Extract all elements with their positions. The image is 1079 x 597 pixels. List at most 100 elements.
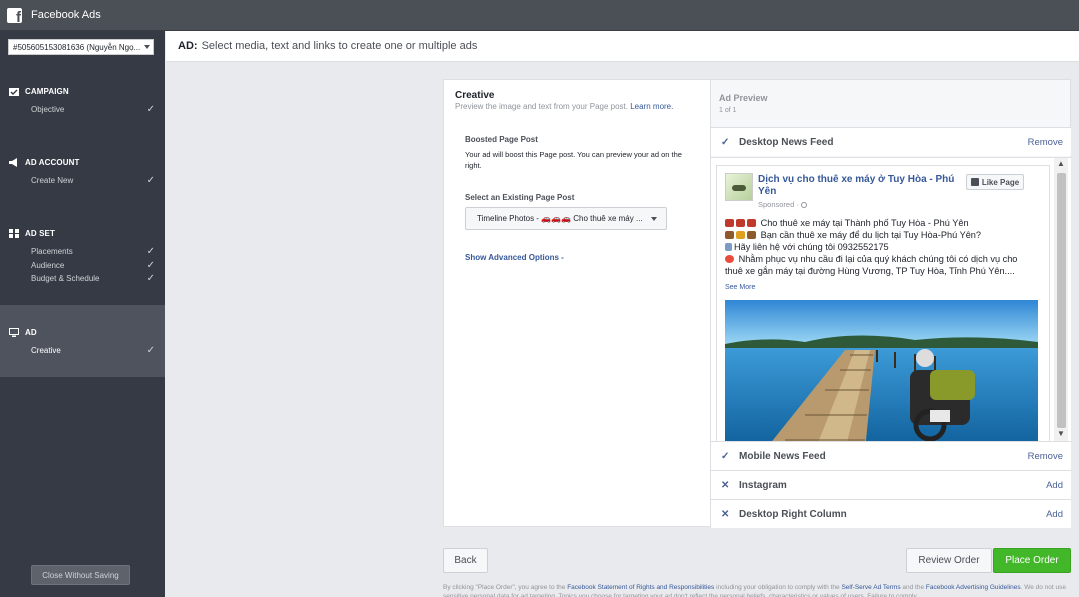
check-icon: ✓ — [146, 259, 155, 271]
account-label: #505605153081636 (Nguyễn Ngọ... — [13, 42, 141, 52]
sidebar-item-create-new[interactable]: Create New ✓ — [0, 174, 165, 188]
nav-head-campaign[interactable]: CAMPAIGN — [0, 84, 165, 98]
post-line-text: Hãy liên hệ với chúng tôi 0932552175 — [734, 242, 889, 252]
like-page-button[interactable]: Like Page — [966, 174, 1024, 190]
sidebar-item-budget-schedule[interactable]: Budget & Schedule ✓ — [0, 272, 165, 286]
sidebar-item-label: Audience — [31, 260, 65, 270]
top-bar: f Facebook Ads — [0, 0, 1079, 31]
footer-text: By clicking "Place Order", you agree to … — [443, 584, 568, 591]
check-icon: ✓ — [146, 273, 155, 285]
review-order-button[interactable]: Review Order — [906, 548, 992, 573]
placement-label: Instagram — [739, 479, 787, 491]
check-icon: ✓ — [721, 136, 730, 148]
close-without-saving-button[interactable]: Close Without Saving — [31, 565, 130, 585]
post-photo[interactable] — [725, 300, 1038, 441]
footer-text: including your obligation to comply with… — [714, 584, 842, 591]
nav-section-campaign: CAMPAIGN Objective ✓ — [0, 84, 165, 117]
advertising-guidelines-link[interactable]: Facebook Advertising Guidelines — [926, 584, 1021, 591]
page-title: Select media, text and links to create o… — [201, 40, 478, 52]
sidebar-item-label: Placements — [31, 247, 73, 257]
creative-subtitle: Preview the image and text from your Pag… — [455, 102, 673, 111]
nav-section-ad-set: AD SET Placements ✓ Audience ✓ Budget & … — [0, 226, 165, 286]
see-more-link[interactable]: See More — [725, 284, 755, 291]
post-line-text: Cho thuê xe máy tại Thành phố Tuy Hòa - … — [760, 218, 969, 228]
nav-head-ad[interactable]: AD — [0, 325, 165, 339]
megaphone-icon — [9, 157, 17, 167]
circle-emoji-icon — [725, 255, 734, 263]
nav-head-label: CAMPAIGN — [25, 86, 69, 96]
nav-head-label: AD SET — [25, 228, 55, 238]
app-title: Facebook Ads — [31, 9, 101, 21]
chevron-down-icon — [144, 45, 151, 49]
thumbs-up-icon — [970, 178, 979, 186]
phone-emoji-icon — [725, 243, 732, 251]
learn-more-link[interactable]: Learn more. — [630, 102, 673, 111]
add-link[interactable]: Add — [1046, 480, 1063, 491]
post-line: Nhằm phục vụ nhu cầu đi lại của quý khác… — [725, 253, 1043, 265]
page-avatar[interactable] — [725, 173, 753, 201]
self-serve-terms-link[interactable]: Self-Serve Ad Terms — [841, 584, 900, 591]
page-header: AD: Select media, text and links to crea… — [166, 31, 1079, 62]
nav-head-label: AD — [25, 327, 37, 337]
post-line-text: thuê xe gắn máy tại đường Hùng Vương, TP… — [725, 266, 1015, 276]
subtitle-text: Preview the image and text from your Pag… — [455, 102, 628, 111]
page-post-dropdown[interactable]: Timeline Photos - 🚗🚗🚗 Cho thuê xe máy ..… — [465, 207, 667, 230]
post-line: Hãy liên hệ với chúng tôi 0932552175 — [725, 241, 1043, 253]
sidebar-item-creative[interactable]: Creative ✓ — [0, 344, 165, 358]
news-feed-preview: Dịch vụ cho thuê xe máy ở Tuy Hòa - Phú … — [711, 157, 1071, 441]
add-link[interactable]: Add — [1046, 509, 1063, 520]
placement-label: Mobile News Feed — [739, 450, 826, 462]
select-post-label: Select an Existing Page Post — [465, 193, 575, 202]
nav-section-ad-account: AD ACCOUNT Create New ✓ — [0, 155, 165, 188]
scroll-up-icon[interactable]: ▲ — [1054, 158, 1068, 170]
emoji-icon — [736, 231, 745, 239]
placement-row-instagram[interactable]: ✕ Instagram Add — [711, 470, 1071, 499]
check-icon: ✓ — [721, 450, 730, 462]
scrollbar-thumb[interactable] — [1057, 173, 1066, 428]
post-text: Cho thuê xe máy tại Thành phố Tuy Hòa - … — [725, 217, 1043, 277]
placement-row-mobile-news-feed[interactable]: ✓ Mobile News Feed Remove — [711, 441, 1071, 470]
show-advanced-options-link[interactable]: Show Advanced Options - — [465, 253, 564, 262]
placement-row-desktop-right-column[interactable]: ✕ Desktop Right Column Add — [711, 499, 1071, 528]
placement-label: Desktop News Feed — [739, 136, 834, 148]
post-line: thuê xe gắn máy tại đường Hùng Vương, TP… — [725, 265, 1043, 277]
ad-preview-panel: Ad Preview 1 of 1 ✓ Desktop News Feed Re… — [711, 79, 1071, 528]
like-page-label: Like Page — [981, 177, 1020, 187]
page-name-link[interactable]: Dịch vụ cho thuê xe máy ở Tuy Hòa - Phú … — [758, 174, 958, 198]
account-dropdown[interactable]: #505605153081636 (Nguyễn Ngọ... — [8, 39, 154, 55]
nav-head-ad-account[interactable]: AD ACCOUNT — [0, 155, 165, 169]
campaign-icon — [9, 87, 19, 96]
boosted-post-label: Boosted Page Post — [465, 135, 538, 144]
sidebar: #505605153081636 (Nguyễn Ngọ... CAMPAIGN… — [0, 31, 165, 597]
creative-panel: Creative Preview the image and text from… — [443, 79, 711, 527]
facebook-logo-icon[interactable]: f — [7, 7, 22, 23]
creative-title: Creative — [455, 90, 495, 101]
check-icon: ✓ — [146, 175, 155, 187]
nav-section-ad: AD Creative ✓ — [0, 325, 165, 358]
sponsored-label: Sponsored · — [758, 200, 807, 209]
globe-icon — [800, 202, 807, 208]
grid-icon — [9, 228, 19, 238]
statement-of-rights-link[interactable]: Facebook Statement of Rights and Respons… — [567, 584, 714, 591]
sponsored-text: Sponsored · — [758, 200, 801, 209]
placement-row-desktop-news-feed[interactable]: ✓ Desktop News Feed Remove — [711, 127, 1071, 156]
placement-label: Desktop Right Column — [739, 508, 847, 520]
post-line-text: Bạn cần thuê xe máy để du lịch tại Tuy H… — [760, 230, 982, 240]
sidebar-item-placements[interactable]: Placements ✓ — [0, 245, 165, 259]
car-emoji-icon — [725, 219, 734, 227]
remove-link[interactable]: Remove — [1028, 451, 1063, 462]
place-order-button[interactable]: Place Order — [993, 548, 1071, 573]
sidebar-item-audience[interactable]: Audience ✓ — [0, 259, 165, 273]
check-icon: ✓ — [146, 104, 155, 116]
sidebar-item-objective[interactable]: Objective ✓ — [0, 103, 165, 117]
sidebar-item-label: Creative — [31, 346, 61, 356]
monitor-icon — [9, 327, 19, 337]
page-post-value: Timeline Photos - 🚗🚗🚗 Cho thuê xe máy ..… — [477, 214, 643, 223]
footer-text: and the — [900, 584, 926, 591]
close-icon: ✕ — [721, 479, 730, 491]
close-icon: ✕ — [721, 508, 730, 520]
nav-head-ad-set[interactable]: AD SET — [0, 226, 165, 240]
scroll-down-icon[interactable]: ▼ — [1054, 428, 1068, 440]
back-button[interactable]: Back — [443, 548, 488, 573]
remove-link[interactable]: Remove — [1028, 137, 1063, 148]
